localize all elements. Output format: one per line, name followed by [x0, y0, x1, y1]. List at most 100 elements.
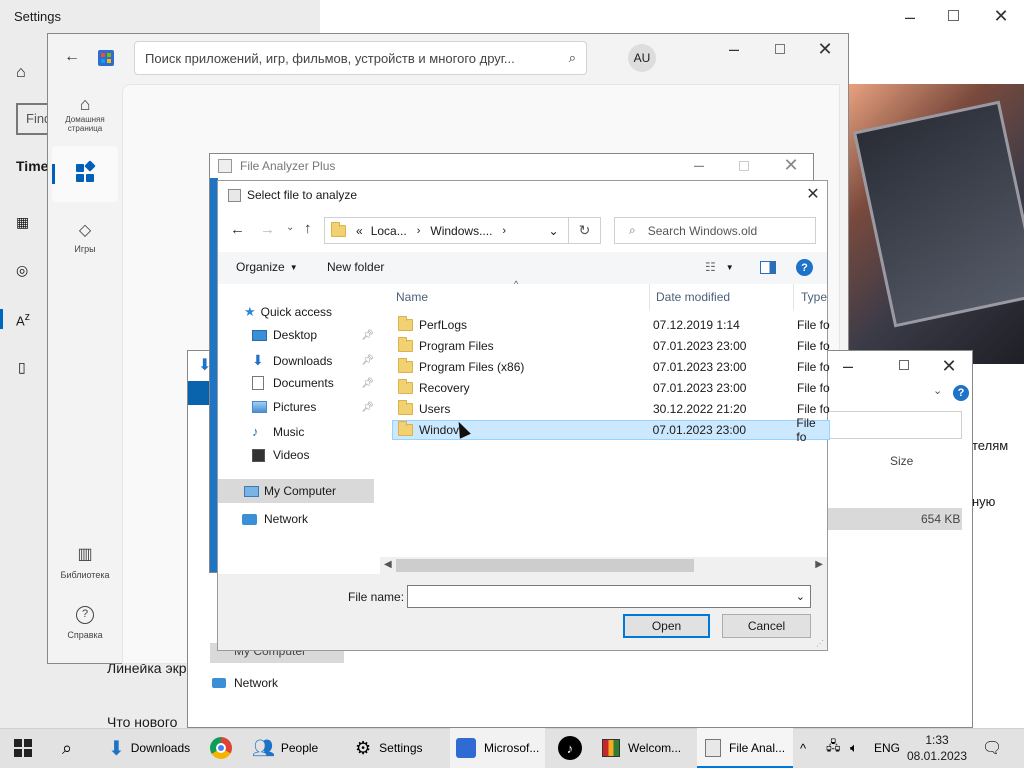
chevron-down-icon[interactable]: ⌄ [796, 590, 810, 603]
fap-maximize-icon[interactable] [739, 161, 749, 171]
store-nav-help[interactable]: ? Справка [52, 606, 118, 640]
home-icon: ⌂ [79, 94, 91, 114]
sort-arrow-icon: ^ [514, 279, 519, 289]
taskbar-tiktok[interactable]: ♪ [558, 728, 582, 768]
dialog-close-icon[interactable]: ✕ [798, 180, 828, 210]
nav-item-desktop[interactable]: Desktop 📌︎ [252, 328, 374, 342]
filename-input[interactable]: ⌄ [407, 585, 811, 608]
back-arrow-icon[interactable]: ← [230, 221, 245, 238]
dialog-app-icon [228, 188, 241, 202]
nav-item-videos[interactable]: Videos [252, 448, 309, 462]
refresh-button[interactable]: ↻ [568, 217, 601, 244]
help-icon: ? [76, 606, 94, 624]
scroll-right-icon[interactable]: ▶︎ [815, 559, 823, 570]
file-row[interactable]: Program Files 07.01.2023 23:00 File fo [392, 336, 830, 356]
tray-clock[interactable]: 1:33 08.01.2023 [906, 732, 968, 764]
close-icon[interactable]: ✕ [986, 1, 1016, 31]
open-button[interactable]: Open [623, 614, 710, 638]
store-nav-home[interactable]: ⌂ Домашняя страница [52, 94, 118, 133]
restore-icon[interactable] [948, 10, 959, 21]
nav-item-documents[interactable]: Documents 📌︎ [252, 376, 374, 390]
taskbar-people[interactable]: 👥︎ People [252, 728, 318, 768]
back-maximize-icon[interactable] [899, 360, 909, 370]
scroll-left-icon[interactable]: ◀︎ [384, 559, 392, 570]
back-close-icon[interactable]: ✕ [934, 351, 964, 381]
nav-item-pictures[interactable]: Pictures 📌︎ [252, 400, 374, 414]
recent-chevron-icon[interactable]: ⌄ [286, 222, 294, 233]
pin-icon[interactable]: 📌︎ [361, 330, 374, 341]
nav-item-downloads[interactable]: ⬇ Downloads 📌︎ [252, 352, 374, 369]
help-icon[interactable]: ? [796, 259, 813, 276]
filename-label: File name: [348, 590, 405, 604]
taskbar-chrome[interactable] [210, 728, 232, 768]
nav-item-music[interactable]: ♪ Music [252, 424, 304, 439]
horizontal-scrollbar[interactable]: ◀︎ ▶︎ [380, 557, 827, 574]
search-icon[interactable]: ⌕ [569, 50, 576, 66]
language-icon[interactable]: Az [16, 311, 30, 328]
view-options-button[interactable]: ☷ ▼ [705, 260, 734, 274]
speech-icon[interactable]: ▯ [18, 359, 26, 376]
notifications-icon[interactable]: 🗨︎ [982, 728, 1002, 768]
nav-network[interactable]: Network [242, 512, 308, 526]
forward-arrow-icon[interactable]: → [260, 221, 275, 238]
home-icon[interactable]: ⌂ [16, 64, 26, 82]
taskbar-welcome[interactable]: Welcom... [602, 728, 681, 768]
up-arrow-icon[interactable]: ↑ [304, 220, 312, 237]
back-size-header[interactable]: Size [890, 454, 913, 468]
back-minimize-icon[interactable]: – [833, 351, 863, 381]
file-row[interactable]: PerfLogs 07.12.2019 1:14 File fo [392, 315, 830, 335]
preview-pane-icon[interactable] [760, 261, 776, 274]
tray-network-icon[interactable]: 🖧︎ [826, 728, 841, 768]
column-date[interactable]: Date modified [656, 290, 730, 304]
tray-chevron-up-icon[interactable]: ^ [800, 728, 806, 768]
breadcrumb-item[interactable]: Loca... [371, 224, 407, 238]
fap-close-icon[interactable]: ✕ [776, 150, 806, 180]
store-minimize-icon[interactable]: – [719, 34, 749, 64]
store-search-input[interactable]: Поиск приложений, игр, фильмов, устройст… [134, 41, 587, 75]
resize-grip-icon[interactable]: ⋰ [816, 639, 824, 648]
back-arrow-icon[interactable]: ← [64, 48, 80, 66]
back-network[interactable]: Network [212, 676, 278, 690]
nav-my-computer[interactable]: My Computer [218, 479, 374, 503]
minimize-icon[interactable]: – [895, 2, 925, 32]
store-close-icon[interactable]: ✕ [810, 34, 840, 64]
breadcrumb-item[interactable]: Windows.... [430, 224, 492, 238]
tray-volume-icon[interactable]: 🔈︎ [850, 728, 858, 768]
store-nav-apps[interactable] [52, 146, 118, 202]
organize-button[interactable]: Organize ▼ [236, 260, 298, 274]
tray-language[interactable]: ENG [874, 728, 900, 768]
start-button[interactable] [14, 728, 32, 768]
column-name[interactable]: Name [396, 290, 428, 304]
column-type[interactable]: Type [801, 290, 827, 304]
address-dropdown-icon[interactable]: ⌄ [540, 218, 567, 243]
back-chevron-down-icon[interactable]: ⌄ [933, 384, 942, 397]
date-time-icon[interactable]: ▦ [16, 214, 29, 231]
folder-icon [398, 337, 413, 352]
store-nav-library[interactable]: ▥ Библиотека [52, 544, 118, 580]
store-nav-games[interactable]: ◇ Игры [52, 220, 118, 254]
region-icon[interactable]: ◎ [16, 262, 28, 279]
back-search-box[interactable] [826, 411, 962, 439]
fap-minimize-icon[interactable]: – [684, 150, 714, 180]
file-row[interactable]: Program Files (x86) 07.01.2023 23:00 File … [392, 357, 830, 377]
settings-title: Settings [14, 9, 61, 24]
file-row[interactable]: Users 30.12.2022 21:20 File fo [392, 399, 830, 419]
nav-quick-access[interactable]: ★ Quick access [244, 304, 332, 320]
scroll-thumb[interactable] [396, 559, 694, 572]
taskbar-downloads[interactable]: ⬇ Downloads [108, 728, 190, 768]
pin-icon[interactable]: 📌︎ [361, 378, 374, 389]
pin-icon[interactable]: 📌︎ [361, 355, 374, 366]
taskbar-settings[interactable]: ⚙ Settings [355, 728, 423, 768]
taskbar-search-icon[interactable]: ⌕ [62, 728, 72, 768]
pin-icon[interactable]: 📌︎ [361, 402, 374, 413]
taskbar-file-analyzer[interactable]: File Anal... [697, 728, 793, 768]
settings-right-text: телям [972, 438, 1009, 453]
file-row[interactable]: Recovery 07.01.2023 23:00 File fo [392, 378, 830, 398]
cancel-button[interactable]: Cancel [722, 614, 811, 638]
dialog-search-input[interactable]: ⌕ Search Windows.old [614, 217, 816, 244]
taskbar-store[interactable]: Microsof... [450, 728, 546, 768]
back-help-icon[interactable]: ? [953, 385, 969, 401]
new-folder-button[interactable]: New folder [327, 260, 384, 274]
avatar[interactable]: AU [628, 44, 656, 72]
store-maximize-icon[interactable] [775, 44, 785, 54]
